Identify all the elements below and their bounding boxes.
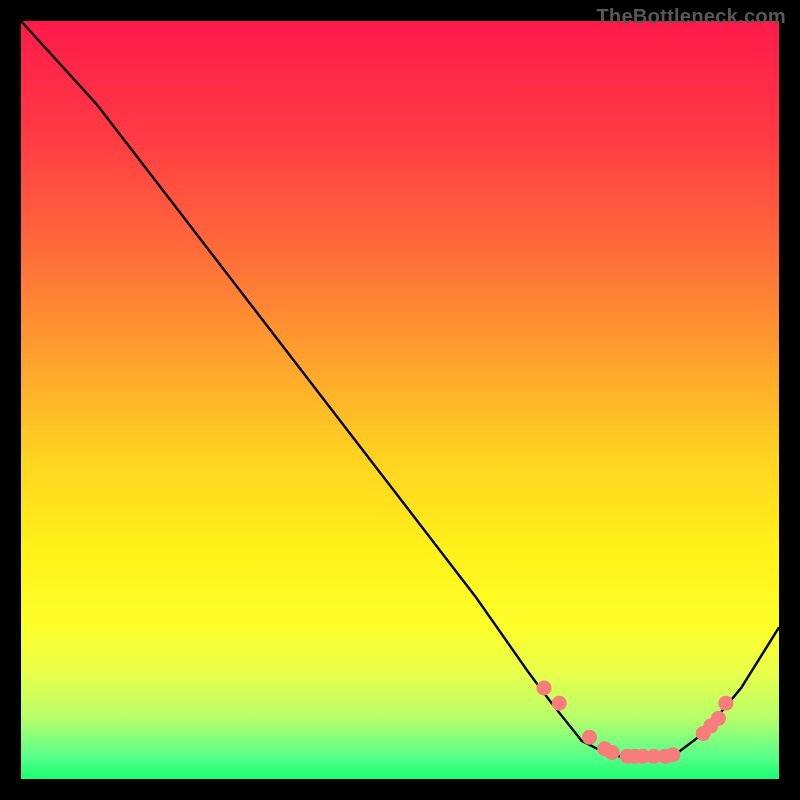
bottleneck-curve-chart — [0, 0, 800, 800]
highlight-point — [711, 711, 726, 726]
highlight-point — [605, 745, 620, 760]
plot-background — [21, 21, 779, 779]
highlight-point — [665, 747, 680, 762]
chart-container: TheBottleneck.com — [0, 0, 800, 800]
attribution-text: TheBottleneck.com — [596, 6, 786, 29]
highlight-point — [537, 681, 552, 696]
highlight-point — [718, 696, 733, 711]
highlight-point — [552, 696, 567, 711]
highlight-point — [582, 730, 597, 745]
